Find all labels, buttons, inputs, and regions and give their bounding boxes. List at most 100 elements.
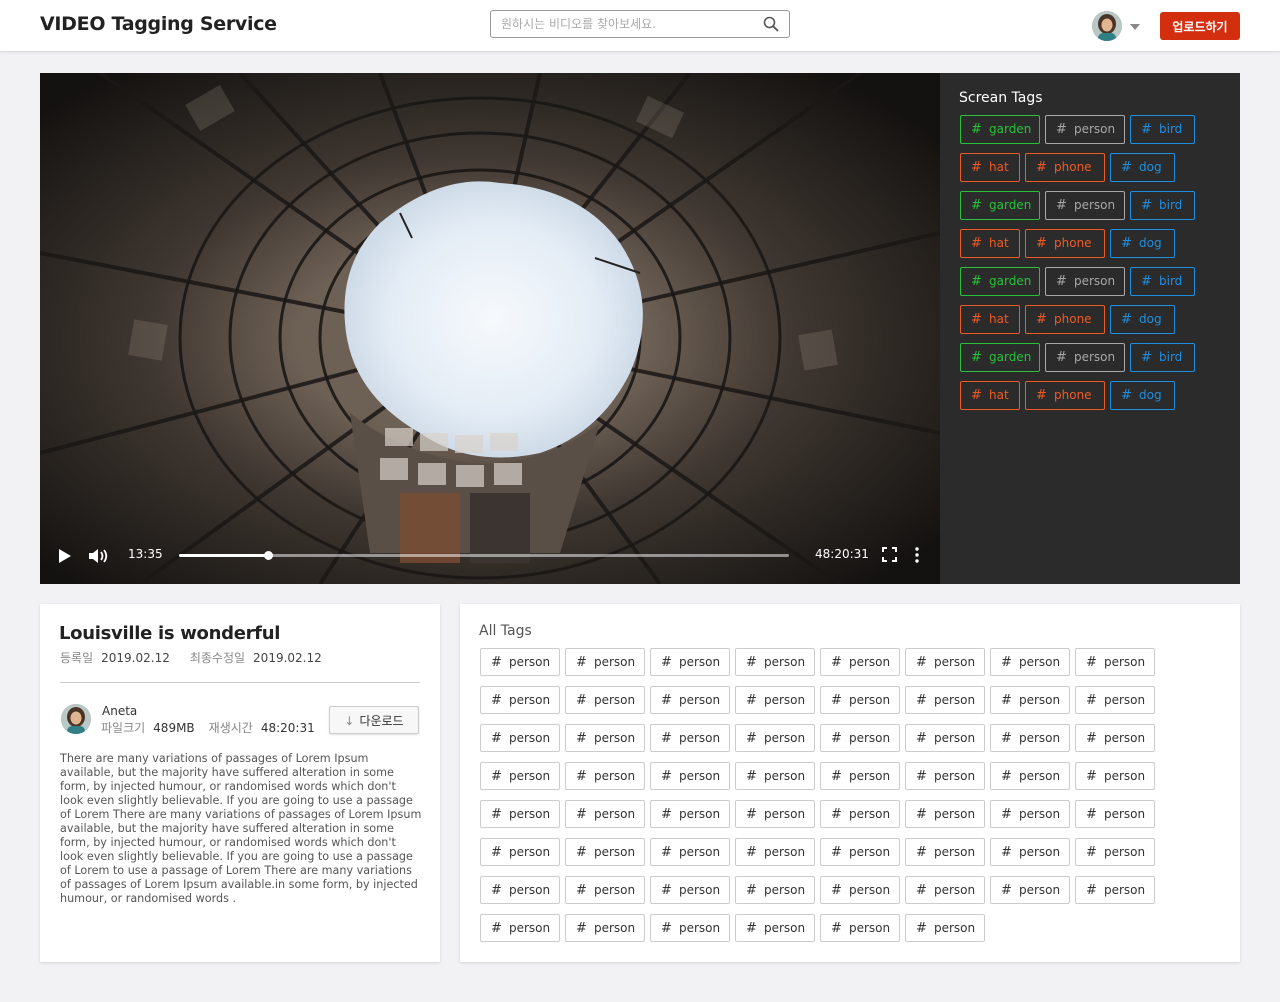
screen-tag-person[interactable]: # person [1045,343,1125,372]
tag-item[interactable]: # person [480,914,560,942]
uploader-avatar[interactable] [61,704,91,734]
tag-item[interactable]: # person [990,762,1070,790]
tag-item[interactable]: # person [905,838,985,866]
tag-item[interactable]: # person [480,648,560,676]
tag-item[interactable]: # person [820,686,900,714]
tag-item[interactable]: # person [735,838,815,866]
screen-tag-phone[interactable]: # phone [1025,229,1105,258]
tag-item[interactable]: # person [650,686,730,714]
screen-tag-garden[interactable]: # garden [960,115,1040,144]
tag-item[interactable]: # person [820,914,900,942]
tag-item[interactable]: # person [990,838,1070,866]
search-icon[interactable] [763,16,779,32]
screen-tag-garden[interactable]: # garden [960,267,1040,296]
screen-tag-bird[interactable]: # bird [1130,343,1195,372]
screen-tag-phone[interactable]: # phone [1025,305,1105,334]
tag-item[interactable]: # person [905,876,985,904]
screen-tag-hat[interactable]: # hat [960,229,1020,258]
tag-item[interactable]: # person [990,648,1070,676]
tag-item[interactable]: # person [480,838,560,866]
more-options-icon[interactable] [914,546,920,564]
tag-item[interactable]: # person [650,762,730,790]
tag-item[interactable]: # person [565,724,645,752]
tag-item[interactable]: # person [990,724,1070,752]
tag-item[interactable]: # person [820,838,900,866]
tag-item[interactable]: # person [905,724,985,752]
tag-item[interactable]: # person [565,762,645,790]
tag-item[interactable]: # person [990,876,1070,904]
tag-item[interactable]: # person [565,648,645,676]
tag-item[interactable]: # person [820,648,900,676]
screen-tag-garden[interactable]: # garden [960,343,1040,372]
tag-item[interactable]: # person [1075,762,1155,790]
screen-tag-bird[interactable]: # bird [1130,267,1195,296]
screen-tag-hat[interactable]: # hat [960,153,1020,182]
tag-item[interactable]: # person [565,914,645,942]
volume-icon[interactable] [88,547,110,565]
tag-item[interactable]: # person [905,762,985,790]
tag-item[interactable]: # person [650,648,730,676]
download-button[interactable]: ↓ 다운로드 [329,706,419,734]
tag-item[interactable]: # person [735,800,815,828]
user-menu[interactable] [1092,11,1142,43]
tag-item[interactable]: # person [650,838,730,866]
screen-tag-hat[interactable]: # hat [960,305,1020,334]
tag-item[interactable]: # person [990,800,1070,828]
tag-item[interactable]: # person [1075,724,1155,752]
tag-item[interactable]: # person [905,800,985,828]
screen-tag-dog[interactable]: # dog [1110,305,1175,334]
tag-item[interactable]: # person [905,686,985,714]
screen-tag-person[interactable]: # person [1045,115,1125,144]
screen-tag-hat[interactable]: # hat [960,381,1020,410]
tag-item[interactable]: # person [565,876,645,904]
screen-tag-garden[interactable]: # garden [960,191,1040,220]
tag-item[interactable]: # person [1075,876,1155,904]
tag-item[interactable]: # person [820,762,900,790]
tag-item[interactable]: # person [735,724,815,752]
screen-tag-person[interactable]: # person [1045,191,1125,220]
tag-item[interactable]: # person [820,800,900,828]
tag-item[interactable]: # person [565,800,645,828]
screen-tag-bird[interactable]: # bird [1130,191,1195,220]
screen-tag-dog[interactable]: # dog [1110,229,1175,258]
play-icon[interactable] [58,548,72,564]
screen-tag-dog[interactable]: # dog [1110,381,1175,410]
tag-item[interactable]: # person [735,914,815,942]
tag-item[interactable]: # person [480,876,560,904]
tag-item[interactable]: # person [480,762,560,790]
tag-item[interactable]: # person [480,686,560,714]
tag-item[interactable]: # person [650,800,730,828]
tag-item[interactable]: # person [1075,800,1155,828]
app-logo[interactable]: VIDEO Tagging Service [40,13,277,35]
tag-item[interactable]: # person [650,914,730,942]
fullscreen-icon[interactable] [882,547,897,562]
video-player[interactable]: 13:35 48:20:31 [40,73,940,584]
screen-tag-phone[interactable]: # phone [1025,381,1105,410]
tag-item[interactable]: # person [480,724,560,752]
uploader-name[interactable]: Aneta [102,704,137,718]
tag-item[interactable]: # person [735,876,815,904]
tag-item[interactable]: # person [905,648,985,676]
screen-tag-person[interactable]: # person [1045,267,1125,296]
tag-item[interactable]: # person [820,724,900,752]
tag-item[interactable]: # person [565,838,645,866]
search-input[interactable] [501,15,751,33]
tag-item[interactable]: # person [820,876,900,904]
tag-item[interactable]: # person [565,686,645,714]
tag-item[interactable]: # person [480,800,560,828]
screen-tag-phone[interactable]: # phone [1025,153,1105,182]
tag-item[interactable]: # person [1075,648,1155,676]
upload-button[interactable]: 업로드하기 [1160,12,1240,40]
tag-item[interactable]: # person [735,762,815,790]
screen-tag-bird[interactable]: # bird [1130,115,1195,144]
tag-item[interactable]: # person [1075,686,1155,714]
tag-item[interactable]: # person [735,648,815,676]
progress-bar[interactable] [179,551,789,560]
progress-handle[interactable] [264,551,273,560]
tag-item[interactable]: # person [1075,838,1155,866]
tag-item[interactable]: # person [990,686,1070,714]
screen-tag-dog[interactable]: # dog [1110,153,1175,182]
tag-item[interactable]: # person [650,724,730,752]
tag-item[interactable]: # person [650,876,730,904]
tag-item[interactable]: # person [905,914,985,942]
